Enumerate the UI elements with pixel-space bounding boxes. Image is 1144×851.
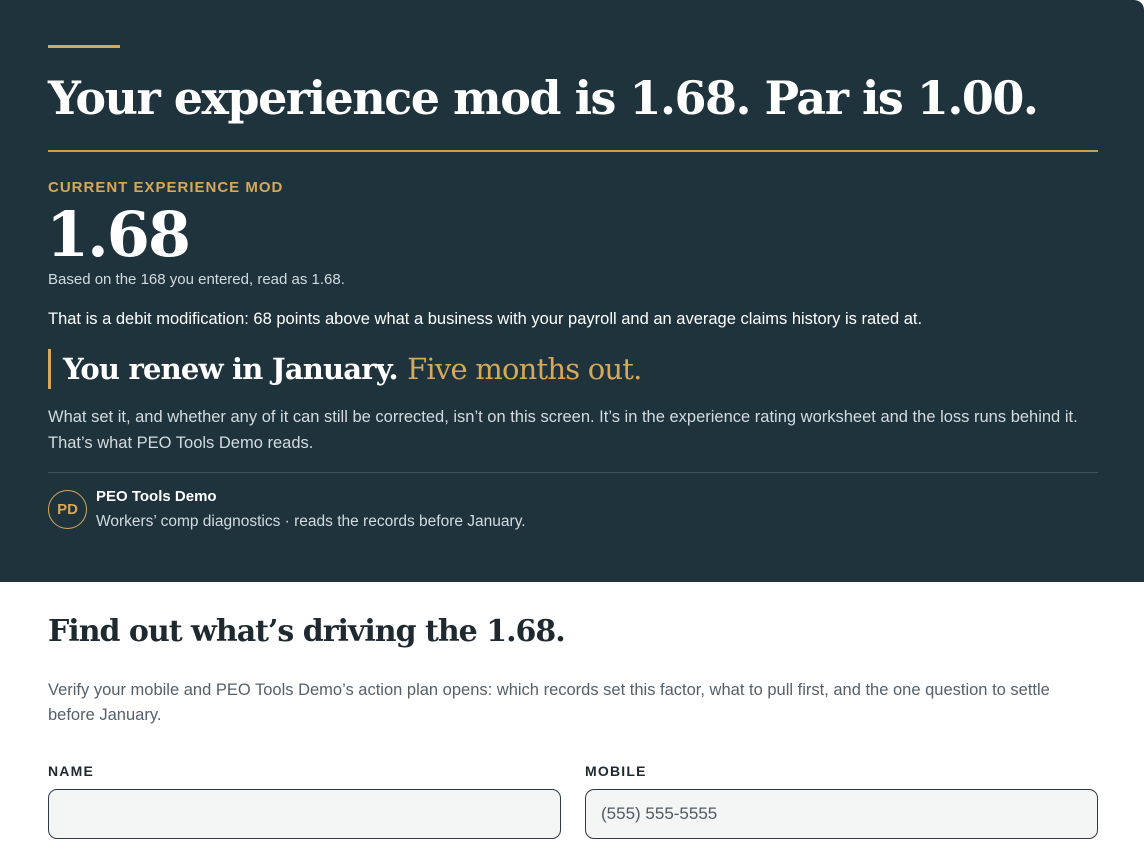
brand-avatar: PD	[48, 490, 87, 529]
name-field[interactable]	[48, 789, 561, 839]
debit-explanation: That is a debit modification: 68 points …	[48, 310, 923, 328]
page-title: Your experience mod is 1.68. Par is 1.00…	[48, 71, 1039, 125]
headline-divider	[48, 150, 1098, 152]
renewal-callout: You renew in January. Five months out.	[48, 349, 642, 389]
brand-name: PEO Tools Demo	[96, 488, 217, 505]
accent-rule	[48, 45, 120, 48]
hero-panel: Your experience mod is 1.68. Par is 1.00…	[0, 0, 1144, 582]
worksheet-explanation: What set it, and whether any of it can s…	[48, 408, 1078, 452]
brand-divider	[48, 472, 1098, 473]
name-label: NAME	[48, 763, 95, 779]
mod-label: CURRENT EXPERIENCE MOD	[48, 179, 284, 196]
renewal-lead: You renew in January.	[63, 352, 399, 386]
form-description: Verify your mobile and PEO Tools Demo’s …	[48, 681, 1050, 724]
lead-form: Find out what’s driving the 1.68. Verify…	[0, 582, 1144, 851]
brand-initials: PD	[57, 501, 78, 518]
form-title: Find out what’s driving the 1.68.	[48, 614, 566, 649]
brand-tagline: Workers’ comp diagnostics · reads the re…	[96, 513, 526, 530]
renewal-countdown: Five months out.	[407, 352, 642, 386]
mod-value: 1.68	[46, 198, 191, 271]
mobile-label: MOBILE	[585, 763, 647, 779]
mod-note: Based on the 168 you entered, read as 1.…	[48, 271, 345, 288]
mobile-field[interactable]	[585, 789, 1098, 839]
